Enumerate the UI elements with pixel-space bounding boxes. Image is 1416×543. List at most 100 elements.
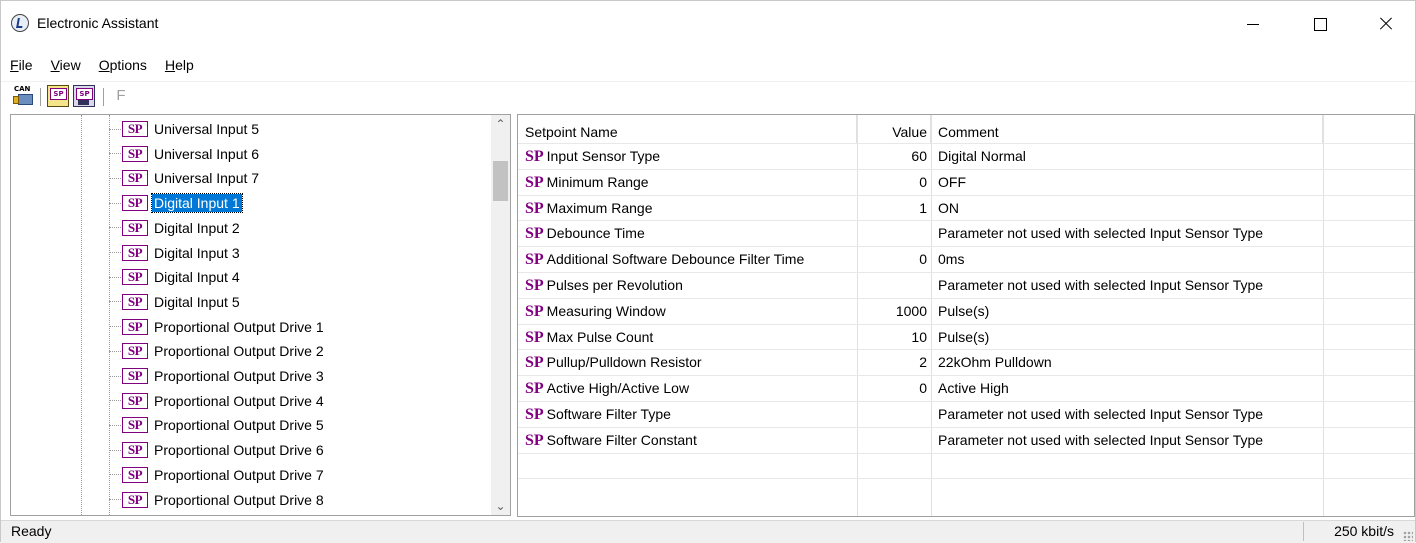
setpoint-value-cell[interactable]: 1	[857, 196, 931, 221]
setpoint-icon: SP	[122, 417, 148, 434]
column-header-setpoint-name[interactable]: Setpoint Name	[518, 115, 857, 143]
setpoint-tree[interactable]: SP Universal Input 5 SP Universal Input 6 SP…	[10, 114, 511, 516]
setpoint-tag: SP	[525, 277, 544, 294]
column-header-value[interactable]: Value	[857, 115, 931, 143]
setpoint-value-cell[interactable]: 0	[857, 247, 931, 272]
tree-item[interactable]: SP Proportional Output Drive 1	[109, 315, 326, 339]
menu-view[interactable]: View	[42, 53, 90, 77]
tree-connector	[109, 375, 121, 377]
table-row[interactable]: SP Additional Software Debounce Filter Ti…	[518, 246, 1414, 272]
maximize-button[interactable]	[1297, 1, 1343, 47]
minimize-button[interactable]	[1230, 1, 1276, 47]
plug-icon	[13, 96, 19, 104]
setpoint-icon: SP	[122, 491, 148, 508]
tree-connector	[109, 252, 121, 253]
setpoint-comment-cell: Pulse(s)	[938, 328, 990, 345]
setpoint-value-cell[interactable]	[857, 273, 931, 298]
setpoint-value-cell[interactable]: 60	[857, 144, 931, 169]
setpoint-value-cell[interactable]: 10	[857, 325, 931, 350]
can-connect-button[interactable]: CAN	[12, 85, 34, 107]
title-bar[interactable]: Electronic Assistant	[1, 1, 1415, 47]
tree-item-label: Proportional Output Drive 1	[154, 318, 324, 335]
open-setpoint-file-button[interactable]: SP	[47, 85, 69, 107]
tree-item[interactable]: SP Universal Input 6	[109, 142, 261, 166]
setpoint-name: Measuring Window	[546, 302, 666, 319]
table-row[interactable]: SP Measuring Window 1000 Pulse(s)	[518, 297, 1414, 324]
setpoint-comment-cell: Digital Normal	[938, 148, 1026, 164]
tree-item[interactable]: SP Universal Input 7	[109, 166, 261, 190]
save-setpoint-file-button[interactable]: SP	[73, 85, 95, 107]
table-row[interactable]: SP Pullup/Pulldown Resistor 2 22kOhm Pulldo…	[518, 349, 1414, 375]
tree-item[interactable]: SP Digital Input 3	[109, 241, 242, 265]
resize-grip-icon[interactable]	[1403, 531, 1413, 541]
flash-button[interactable]: F	[110, 85, 132, 107]
tree-item[interactable]: SP Digital Input 2	[109, 216, 242, 240]
tree-connector	[109, 424, 121, 426]
tree-item[interactable]: SP Digital Input 4	[109, 265, 242, 289]
setpoint-value-cell[interactable]	[857, 402, 931, 427]
menu-help[interactable]: Help	[156, 53, 203, 77]
setpoint-name: Active High/Active Low	[546, 380, 690, 397]
tree-item[interactable]: SP Proportional Output Drive 3	[109, 364, 326, 388]
table-row[interactable]: SP Debounce Time Parameter not used with s…	[518, 220, 1414, 246]
setpoint-value-cell[interactable]: 2	[857, 350, 931, 375]
setpoint-icon: SP	[122, 195, 148, 212]
menu-options[interactable]: Options	[90, 53, 156, 77]
window-title: Electronic Assistant	[37, 15, 159, 31]
table-row[interactable]: SP Active High/Active Low 0 Active High	[518, 375, 1414, 401]
setpoint-name: Pullup/Pulldown Resistor	[546, 354, 702, 371]
table-row[interactable]: SP Software Filter Type Parameter not used…	[518, 401, 1414, 427]
tree-item[interactable]: SP Digital Input 1	[109, 191, 243, 215]
scroll-up-arrow-icon[interactable]: ⌃	[491, 115, 510, 133]
table-row[interactable]: SP Max Pulse Count 10 Pulse(s)	[518, 323, 1414, 350]
status-separator	[1303, 522, 1304, 541]
setpoint-save-icon: SP	[76, 88, 93, 100]
setpoint-value-cell[interactable]: 0	[857, 170, 931, 195]
close-icon	[1379, 17, 1393, 31]
setpoint-tag: SP	[525, 251, 544, 269]
table-row[interactable]: SP Software Filter Constant Parameter not …	[518, 426, 1414, 453]
table-row[interactable]: SP Pulses per Revolution Parameter not use…	[518, 272, 1414, 298]
setpoint-tag: SP	[525, 354, 544, 372]
tree-item[interactable]: SP Proportional Output Drive 4	[109, 389, 326, 413]
can-icon-label: CAN	[14, 85, 31, 93]
setpoint-comment-cell: OFF	[938, 173, 966, 190]
setpoint-name-cell: SP Software Filter Type	[518, 402, 857, 427]
tree-item[interactable]: SP Proportional Output Drive 7	[109, 463, 326, 487]
setpoint-value-cell[interactable]	[857, 428, 931, 453]
tree-item[interactable]: SP Proportional Output Drive 6	[109, 438, 326, 462]
setpoint-name-cell: SP Active High/Active Low	[518, 376, 857, 401]
setpoint-value-cell[interactable]	[857, 221, 931, 246]
tree-item[interactable]: SP Digital Input 5	[109, 290, 242, 314]
floppy-disk-icon	[78, 100, 89, 105]
tree-item[interactable]: SP Proportional Output Drive 2	[109, 339, 326, 363]
maximize-icon	[1313, 17, 1327, 31]
scroll-down-arrow-icon[interactable]: ⌄	[491, 497, 510, 515]
setpoint-name-cell: SP Pulses per Revolution	[518, 273, 857, 298]
tree-item[interactable]: SP Universal Input 5	[109, 117, 261, 141]
tree-item-label: Proportional Output Drive 2	[154, 343, 324, 360]
tree-connector	[109, 153, 121, 155]
tree-item[interactable]: SP Proportional Output Drive 5	[109, 413, 326, 437]
tree-item-label: Digital Input 3	[154, 244, 240, 261]
column-header-comment[interactable]: Comment	[931, 115, 1323, 143]
setpoint-tag: SP	[525, 302, 544, 320]
menu-file[interactable]: File	[1, 53, 42, 77]
tree-connector	[109, 474, 121, 476]
tree-item-label: Digital Input 5	[154, 293, 240, 310]
table-row[interactable]: SP Maximum Range 1 ON	[518, 194, 1414, 221]
status-bar: Ready 250 kbit/s	[1, 520, 1415, 543]
setpoint-comment-cell: Parameter not used with selected Input S…	[938, 431, 1264, 448]
scrollbar-thumb[interactable]	[493, 161, 508, 201]
table-row[interactable]: SP Minimum Range 0 OFF	[518, 168, 1414, 195]
close-button[interactable]	[1363, 1, 1409, 47]
tree-connector	[109, 326, 121, 328]
tree-scrollbar[interactable]: ⌃ ⌄	[491, 115, 510, 515]
tree-guide-line	[81, 115, 82, 515]
tree-item[interactable]: SP Proportional Output Drive 8	[109, 488, 326, 512]
setpoint-value-cell[interactable]: 1000	[857, 299, 931, 324]
setpoint-tag: SP	[525, 380, 544, 398]
setpoint-name: Additional Software Debounce Filter Time	[546, 251, 805, 268]
setpoint-value-cell[interactable]: 0	[857, 376, 931, 401]
table-row[interactable]: SP Input Sensor Type 60 Digital Normal	[518, 143, 1414, 169]
